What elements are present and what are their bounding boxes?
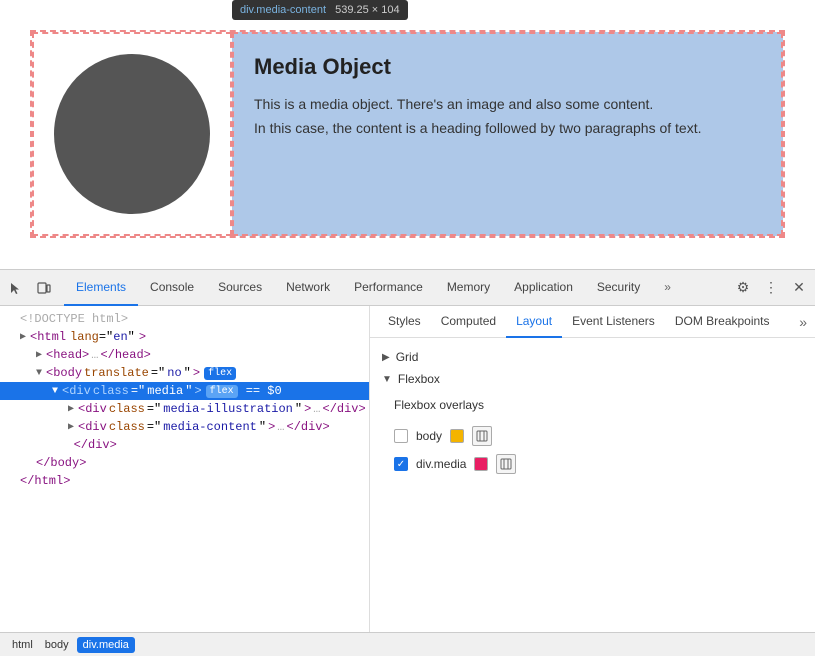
devtools-toolbar: Elements Console Sources Network Perform… bbox=[0, 270, 815, 306]
sub-tab-styles[interactable]: Styles bbox=[378, 306, 431, 338]
media-content-area: Media Object This is a media object. The… bbox=[232, 32, 783, 236]
dom-line-media[interactable]: ▼ <div class="media" > flex == $0 bbox=[0, 382, 369, 400]
sub-tabs: Styles Computed Layout Event Listeners D… bbox=[370, 306, 815, 338]
checkbox-body[interactable] bbox=[394, 429, 408, 443]
tooltip-dimensions: 539.25 × 104 bbox=[335, 4, 400, 16]
triangle-html[interactable]: ▶ bbox=[20, 331, 26, 343]
overlay-icon-body[interactable] bbox=[472, 426, 492, 446]
tab-performance[interactable]: Performance bbox=[342, 270, 435, 306]
tab-sources[interactable]: Sources bbox=[206, 270, 274, 306]
breadcrumb-body[interactable]: body bbox=[41, 637, 73, 653]
media-preview: div.media-content 539.25 × 104 Media Obj… bbox=[30, 30, 785, 238]
flexbox-arrow: ▼ bbox=[382, 374, 392, 385]
devtools-panel: Elements Console Sources Network Perform… bbox=[0, 270, 815, 656]
tab-application[interactable]: Application bbox=[502, 270, 585, 306]
tab-security[interactable]: Security bbox=[585, 270, 652, 306]
sub-tab-event-listeners[interactable]: Event Listeners bbox=[562, 306, 665, 338]
var-indicator: == $0 bbox=[246, 384, 282, 398]
settings-icon[interactable]: ⚙ bbox=[731, 276, 755, 300]
color-swatch-media[interactable] bbox=[474, 457, 488, 471]
html-tag-close: > bbox=[139, 330, 146, 344]
overlay-icon-media[interactable] bbox=[496, 454, 516, 474]
dom-line-close-html[interactable]: </html> bbox=[0, 472, 369, 490]
grid-arrow: ▶ bbox=[382, 352, 390, 363]
flexbox-overlays-title: Flexbox overlays bbox=[394, 398, 791, 412]
sub-tab-layout[interactable]: Layout bbox=[506, 306, 562, 338]
breadcrumb-media[interactable]: div.media bbox=[77, 637, 135, 653]
triangle-head[interactable]: ▶ bbox=[36, 349, 42, 361]
triangle-body[interactable]: ▼ bbox=[36, 368, 42, 379]
doctype-text: <!DOCTYPE html> bbox=[20, 312, 128, 326]
color-swatch-body[interactable] bbox=[450, 429, 464, 443]
flex-badge-media: flex bbox=[206, 385, 238, 398]
tooltip-class: div.media-content bbox=[240, 4, 326, 16]
triangle-content[interactable]: ▶ bbox=[68, 421, 74, 433]
dom-line-content[interactable]: ▶ <div class="media-content" > … </div> bbox=[0, 418, 369, 436]
flexbox-section-body: Flexbox overlays body bbox=[370, 390, 815, 486]
dom-line-body[interactable]: ▼ <body translate="no" > flex bbox=[0, 364, 369, 382]
flexbox-label: Flexbox bbox=[398, 372, 440, 386]
element-tooltip: div.media-content 539.25 × 104 bbox=[232, 0, 408, 20]
overlay-row-body: body bbox=[394, 422, 791, 450]
flex-badge-body: flex bbox=[204, 367, 236, 380]
more-options-icon[interactable]: ⋮ bbox=[759, 276, 783, 300]
layout-content: ▶ Grid ▼ Flexbox Flexbox overlays bbox=[370, 338, 815, 494]
tab-more[interactable]: » bbox=[652, 270, 683, 306]
grid-label: Grid bbox=[396, 350, 419, 364]
grid-section-header[interactable]: ▶ Grid bbox=[370, 346, 815, 368]
flexbox-section-header[interactable]: ▼ Flexbox bbox=[370, 368, 815, 390]
device-icon[interactable] bbox=[32, 276, 56, 300]
flexbox-section: ▼ Flexbox Flexbox overlays body bbox=[370, 368, 815, 486]
sub-tab-dom-breakpoints[interactable]: DOM Breakpoints bbox=[665, 306, 780, 338]
triangle-media[interactable]: ▼ bbox=[52, 386, 58, 397]
breadcrumb-html[interactable]: html bbox=[8, 637, 37, 653]
preview-area: div.media-content 539.25 × 104 Media Obj… bbox=[0, 0, 815, 270]
styles-panel: Styles Computed Layout Event Listeners D… bbox=[370, 306, 815, 632]
media-para2: In this case, the content is a heading f… bbox=[254, 120, 761, 136]
triangle-illustration[interactable]: ▶ bbox=[68, 403, 74, 415]
tab-memory[interactable]: Memory bbox=[435, 270, 502, 306]
dom-line-close-div[interactable]: </div> bbox=[0, 436, 369, 454]
media-para1: This is a media object. There's an image… bbox=[254, 96, 761, 112]
sub-tab-more[interactable]: » bbox=[799, 314, 807, 330]
toolbar-right: ⚙ ⋮ ✕ bbox=[731, 276, 811, 300]
html-tag-open: <html bbox=[30, 330, 66, 344]
devtools-body: <!DOCTYPE html> ▶ <html lang="en" > ▶ <h… bbox=[0, 306, 815, 632]
grid-section: ▶ Grid bbox=[370, 346, 815, 368]
dom-line-head[interactable]: ▶ <head> … </head> bbox=[0, 346, 369, 364]
cursor-icon[interactable] bbox=[4, 276, 28, 300]
dom-line-illustration[interactable]: ▶ <div class="media-illustration" > … </… bbox=[0, 400, 369, 418]
tab-elements[interactable]: Elements bbox=[64, 270, 138, 306]
tab-network[interactable]: Network bbox=[274, 270, 342, 306]
dom-panel: <!DOCTYPE html> ▶ <html lang="en" > ▶ <h… bbox=[0, 306, 370, 632]
checkbox-media[interactable] bbox=[394, 457, 408, 471]
overlay-row-media: div.media bbox=[394, 450, 791, 478]
dom-line-html[interactable]: ▶ <html lang="en" > bbox=[0, 328, 369, 346]
overlay-label-media: div.media bbox=[416, 457, 466, 471]
devtools-tabs: Elements Console Sources Network Perform… bbox=[64, 270, 731, 306]
sub-tab-computed[interactable]: Computed bbox=[431, 306, 506, 338]
dom-line-doctype[interactable]: <!DOCTYPE html> bbox=[0, 310, 369, 328]
overlay-label-body: body bbox=[416, 429, 442, 443]
circle-avatar bbox=[54, 54, 210, 214]
breadcrumb: html body div.media bbox=[0, 632, 815, 656]
tab-console[interactable]: Console bbox=[138, 270, 206, 306]
toolbar-icons bbox=[4, 276, 56, 300]
media-illustration bbox=[32, 32, 232, 236]
close-icon[interactable]: ✕ bbox=[787, 276, 811, 300]
media-heading: Media Object bbox=[254, 54, 761, 80]
dom-line-close-body[interactable]: </body> bbox=[0, 454, 369, 472]
